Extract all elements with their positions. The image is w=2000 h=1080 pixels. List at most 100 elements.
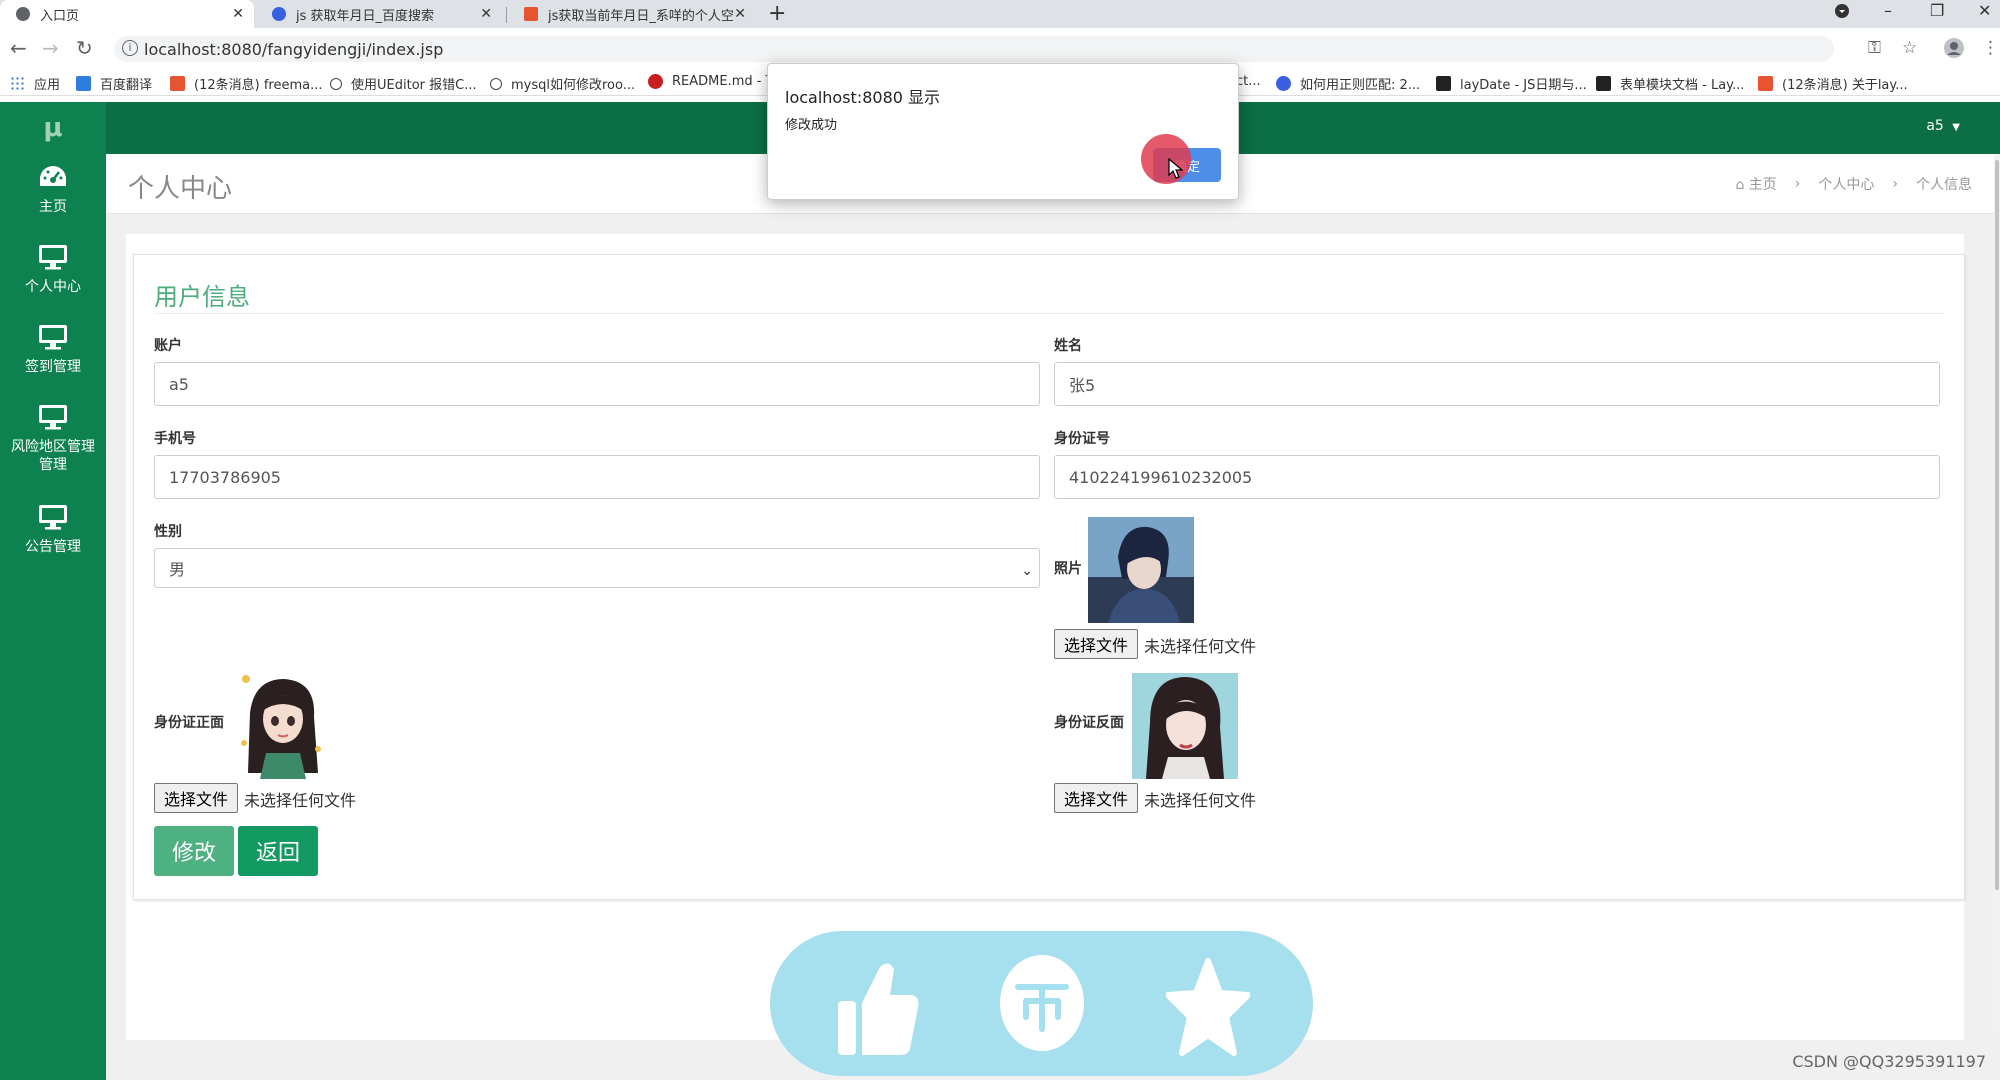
link-icon [490, 77, 502, 90]
coin-icon[interactable] [998, 953, 1086, 1053]
tab-title: js获取当前年月日_系咩的个人空间 [548, 8, 733, 24]
tab-csdn-article[interactable]: js获取当前年月日_系咩的个人空间 ✕ [508, 0, 756, 28]
user-menu[interactable]: a5 ▼ [1926, 118, 1960, 134]
idcard-label: 身份证号 [1054, 431, 1110, 447]
bookmark-laydate[interactable]: layDate - JS日期与... [1436, 74, 1587, 93]
account-input[interactable]: a5 [154, 362, 1040, 406]
address-toolbar: ← → ↻ i localhost:8080/fangyidengji/inde… [0, 28, 2000, 68]
photo-label: 照片 [1054, 561, 1082, 577]
csdn-icon [524, 7, 538, 21]
dialog-message: 修改成功 [785, 118, 838, 133]
csdn-icon [170, 76, 185, 91]
bookmark-csdn-1[interactable]: (12条消息) freema... [170, 74, 322, 93]
gender-label: 性别 [154, 524, 182, 540]
bookmark-readme[interactable]: README.md - T [648, 74, 774, 89]
caret-down-icon: ▼ [1952, 122, 1960, 133]
home-icon: ⌂ [1735, 177, 1745, 193]
key-icon[interactable]: ⚿ [1868, 38, 1881, 58]
close-icon[interactable]: ✕ [232, 6, 244, 22]
monitor-icon [39, 505, 67, 530]
minimize-button[interactable]: – [1884, 0, 1892, 22]
id-front-file-button[interactable]: 选择文件 [154, 783, 238, 813]
scrollbar-thumb[interactable] [1995, 160, 1999, 890]
bookmark-layui-form[interactable]: 表单模块文档 - Lay... [1596, 74, 1744, 93]
menu-dots-icon[interactable]: ⋮ [1982, 38, 1999, 58]
name-label: 姓名 [1054, 338, 1082, 354]
monitor-icon [39, 405, 67, 430]
idcard-input[interactable]: 410224199610232005 [1054, 455, 1940, 499]
sidebar: μ 主页 个人中心 签到管理 风险地区管理管理 公告管理 [0, 102, 106, 1080]
info-icon[interactable]: i [122, 40, 138, 56]
close-icon[interactable]: ✕ [480, 6, 492, 22]
csdn-icon [1758, 76, 1773, 91]
monitor-icon [39, 245, 67, 270]
mouse-cursor-icon [1168, 158, 1184, 179]
sidebar-item-personal-center[interactable]: 个人中心 [0, 244, 106, 296]
dashboard-icon [40, 166, 66, 186]
profile-dropdown-icon[interactable] [1834, 3, 1850, 25]
sidebar-item-risk-areas[interactable]: 风险地区管理管理 [0, 404, 106, 474]
reload-icon[interactable]: ↻ [76, 36, 93, 60]
sidebar-item-home[interactable]: 主页 [0, 164, 106, 216]
id-back-file-status: 未选择任何文件 [1144, 791, 1257, 810]
divider [154, 313, 1944, 314]
bookmark-regex[interactable]: 如何用正则匹配: 2... [1276, 74, 1420, 93]
chevron-down-icon: ⌄ [1021, 563, 1033, 579]
tab-title: js 获取年月日_百度搜索 [296, 8, 435, 24]
bookmark-baidu-translate[interactable]: 百度翻译 [76, 74, 152, 93]
avatar-icon[interactable] [1944, 38, 1964, 63]
baidu-paw-icon [272, 7, 286, 21]
breadcrumb-personal-center[interactable]: 个人中心 [1818, 174, 1874, 194]
thumbs-up-icon[interactable] [836, 959, 920, 1059]
bookmark-apps[interactable]: 应用 [10, 74, 60, 93]
id-back-image [1132, 673, 1238, 779]
tab-divider [506, 7, 507, 23]
bookmark-ueditor[interactable]: 使用UEditor 报错C... [330, 74, 477, 93]
close-icon[interactable]: ✕ [734, 6, 746, 22]
breadcrumb-home[interactable]: ⌂ 主页 [1735, 174, 1776, 194]
translate-icon [76, 76, 91, 91]
tab-home[interactable]: 入口页 ✕ [0, 0, 254, 28]
link-icon [330, 77, 342, 90]
submit-button[interactable]: 修改 [154, 826, 234, 876]
back-button[interactable]: 返回 [238, 826, 318, 876]
layui-icon [1436, 76, 1451, 91]
star-icon[interactable] [1166, 957, 1250, 1057]
dialog-title: localhost:8080 显示 [785, 88, 941, 107]
sidebar-item-announcements[interactable]: 公告管理 [0, 504, 106, 556]
user-info-card: 用户信息 账户 a5 姓名 张5 手机号 17703786905 身份证号 41… [133, 254, 1965, 900]
breadcrumb: ⌂ 主页 › 个人中心 › 个人信息 [1735, 174, 1972, 194]
id-front-file-status: 未选择任何文件 [244, 791, 357, 810]
url-bar[interactable]: i localhost:8080/fangyidengji/index.jsp [114, 36, 1834, 62]
id-back-file-button[interactable]: 选择文件 [1054, 783, 1138, 813]
page-title: 个人中心 [128, 174, 233, 204]
profile-photo [1088, 517, 1194, 623]
app-logo[interactable]: μ [0, 102, 106, 154]
close-window-button[interactable]: ✕ [1978, 0, 1991, 22]
url-text: localhost:8080/fangyidengji/index.jsp [144, 39, 444, 59]
phone-label: 手机号 [154, 431, 196, 447]
bookmark-partial[interactable]: ct... [1236, 74, 1261, 89]
breadcrumb-personal-info: 个人信息 [1916, 177, 1972, 193]
browser-tab-bar: 入口页 ✕ js 获取年月日_百度搜索 ✕ js获取当前年月日_系咩的个人空间 … [0, 0, 2000, 28]
layui-icon [1596, 76, 1611, 91]
gender-select[interactable]: 男 ⌄ [154, 548, 1040, 588]
restore-button[interactable]: ❐ [1930, 0, 1944, 22]
watermark: CSDN @QQ3295391197 [1792, 1052, 1986, 1071]
photo-file-button[interactable]: 选择文件 [1054, 629, 1138, 659]
bookmark-csdn-2[interactable]: (12条消息) 关于lay... [1758, 74, 1908, 93]
sidebar-item-checkin[interactable]: 签到管理 [0, 324, 106, 376]
chevron-right-icon: › [1892, 176, 1898, 192]
tab-baidu-search[interactable]: js 获取年月日_百度搜索 ✕ [256, 0, 502, 28]
new-tab-button[interactable]: + [768, 1, 786, 26]
id-front-label: 身份证正面 [154, 715, 224, 731]
account-label: 账户 [154, 338, 182, 354]
phone-input[interactable]: 17703786905 [154, 455, 1040, 499]
name-input[interactable]: 张5 [1054, 362, 1940, 406]
chevron-right-icon: › [1794, 176, 1801, 192]
forward-arrow-icon[interactable]: → [42, 36, 59, 60]
apps-grid-icon [10, 76, 25, 91]
back-arrow-icon[interactable]: ← [10, 36, 27, 60]
bookmark-mysql[interactable]: mysql如何修改roo... [490, 74, 635, 93]
star-icon[interactable]: ☆ [1902, 38, 1917, 58]
